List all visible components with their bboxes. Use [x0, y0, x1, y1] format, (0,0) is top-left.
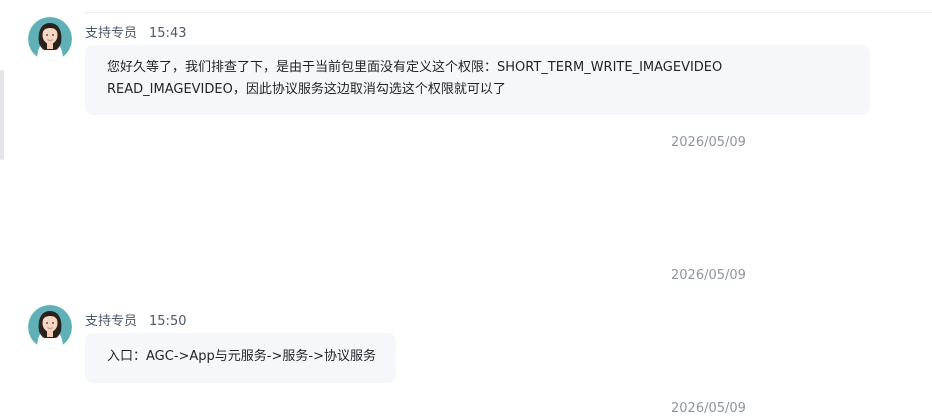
message-time: 15:43: [149, 26, 187, 41]
scrollbar[interactable]: [0, 70, 4, 160]
support-agent-avatar-icon: [28, 305, 72, 349]
message-bubble: 您好久等了，我们排查了下，是由于当前包里面没有定义这个权限：SHORT_TERM…: [85, 45, 870, 115]
sender-name: 支持专员: [85, 26, 138, 41]
message-meta: 支持专员 15:50: [85, 310, 186, 329]
date-stamp: 2026/05/09: [671, 401, 746, 416]
message-meta: 支持专员 15:43: [85, 22, 186, 41]
date-stamp: 2026/05/09: [671, 135, 746, 150]
avatar[interactable]: [28, 17, 72, 61]
divider: [84, 12, 932, 13]
chat-panel: 支持专员 15:43 您好久等了，我们排查了下，是由于当前包里面没有定义这个权限：…: [0, 0, 932, 420]
sender-name: 支持专员: [85, 314, 138, 329]
message-time: 15:50: [149, 314, 187, 329]
support-agent-avatar-icon: [28, 17, 72, 61]
avatar[interactable]: [28, 305, 72, 349]
date-stamp: 2026/05/09: [671, 268, 746, 283]
message-bubble: 入口：AGC->App与元服务->服务->协议服务: [85, 333, 396, 383]
